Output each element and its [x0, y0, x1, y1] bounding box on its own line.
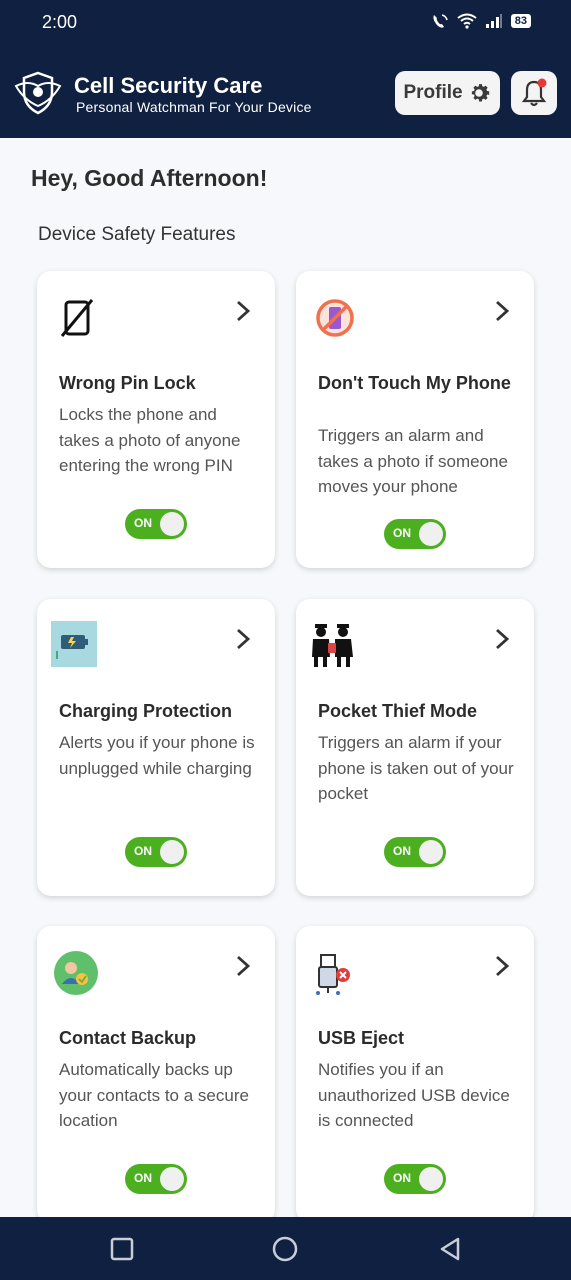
toggle-knob [419, 1167, 443, 1191]
feature-card-dont-touch-my-phone[interactable]: Don't Touch My Phone Triggers an alarm a… [296, 271, 534, 568]
status-icons: 83 [431, 13, 531, 29]
system-navigation-bar [0, 1217, 571, 1280]
chevron-right-icon[interactable] [494, 627, 510, 651]
feature-description: Locks the phone and takes a photo of any… [59, 405, 241, 475]
feature-description: Alerts you if your phone is unplugged wh… [59, 733, 255, 778]
feature-title: Charging Protection [59, 701, 233, 721]
usb-eject-icon [312, 950, 358, 996]
bell-icon [521, 78, 547, 107]
toggle-knob [160, 512, 184, 536]
feature-description: Notifies you if an unauthorized USB devi… [318, 1060, 510, 1130]
chevron-right-icon[interactable] [235, 627, 251, 651]
toggle-label: ON [393, 844, 411, 858]
feature-card-pocket-thief-mode[interactable]: Pocket Thief Mode Triggers an alarm if y… [296, 599, 534, 896]
home-icon[interactable] [272, 1236, 298, 1262]
section-title: Device Safety Features [38, 224, 236, 245]
status-bar: 2:00 83 [0, 0, 571, 46]
profile-label: Profile [403, 82, 463, 103]
recents-icon[interactable] [110, 1237, 134, 1261]
chevron-right-icon[interactable] [494, 954, 510, 978]
feature-description: Automatically backs up your contacts to … [59, 1060, 249, 1130]
app-title: Cell Security Care [74, 73, 263, 98]
charging-battery-icon [51, 621, 97, 667]
notification-dot [537, 78, 547, 88]
toggle-knob [160, 1167, 184, 1191]
app-subtitle: Personal Watchman For Your Device [76, 99, 312, 115]
chevron-right-icon[interactable] [494, 299, 510, 323]
toggle-knob [419, 522, 443, 546]
shield-logo-icon [14, 71, 62, 115]
chevron-right-icon[interactable] [235, 299, 251, 323]
feature-toggle[interactable]: ON [384, 519, 446, 549]
toggle-label: ON [393, 526, 411, 540]
feature-title: Wrong Pin Lock [59, 373, 196, 393]
gear-icon [471, 84, 489, 102]
back-icon[interactable] [438, 1237, 462, 1261]
wifi-calling-icon [433, 14, 448, 28]
thief-icon [308, 619, 358, 669]
toggle-knob [419, 840, 443, 864]
wifi-icon [457, 13, 477, 29]
greeting: Hey, Good Afternoon! [31, 165, 268, 191]
toggle-label: ON [134, 844, 152, 858]
feature-toggle[interactable]: ON [125, 509, 187, 539]
profile-button[interactable]: Profile [395, 71, 500, 115]
toggle-knob [160, 840, 184, 864]
status-time: 2:00 [42, 12, 78, 32]
feature-description: Triggers an alarm if your phone is taken… [318, 733, 514, 803]
app-header: Cell Security Care Personal Watchman For… [0, 46, 571, 138]
feature-toggle[interactable]: ON [125, 837, 187, 867]
toggle-label: ON [393, 1171, 411, 1185]
feature-title: Pocket Thief Mode [318, 701, 478, 721]
feature-card-usb-eject[interactable]: USB Eject Notifies you if an unauthorize… [296, 926, 534, 1223]
feature-card-contact-backup[interactable]: Contact Backup Automatically backs up yo… [37, 926, 275, 1223]
feature-card-charging-protection[interactable]: Charging Protection Alerts you if your p… [37, 599, 275, 896]
signal-icon [485, 14, 502, 28]
feature-description: Triggers an alarm and takes a photo if s… [318, 426, 508, 496]
toggle-label: ON [134, 1171, 152, 1185]
feature-title: Contact Backup [59, 1028, 197, 1048]
toggle-label: ON [134, 516, 152, 530]
chevron-right-icon[interactable] [235, 954, 251, 978]
contact-backup-icon [53, 950, 99, 996]
feature-card-wrong-pin-lock[interactable]: Wrong Pin Lock Locks the phone and takes… [37, 271, 275, 568]
feature-toggle[interactable]: ON [384, 837, 446, 867]
notification-button[interactable] [511, 71, 557, 115]
battery-indicator: 83 [510, 14, 531, 28]
phone-lock-icon [53, 295, 99, 341]
feature-title: USB Eject [318, 1028, 405, 1048]
feature-title: Don't Touch My Phone [318, 373, 511, 393]
feature-toggle[interactable]: ON [125, 1164, 187, 1194]
no-touch-phone-icon [312, 295, 358, 341]
feature-toggle[interactable]: ON [384, 1164, 446, 1194]
